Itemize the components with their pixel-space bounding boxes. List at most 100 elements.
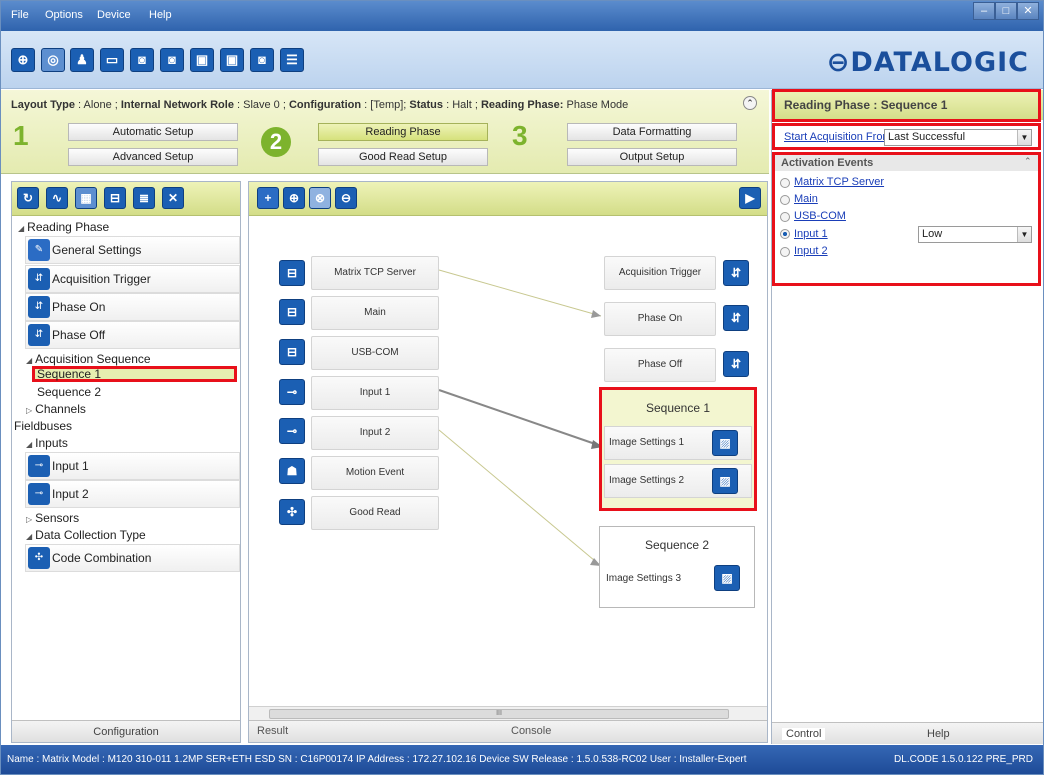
tree-sensors[interactable]: ▷ Sensors [26, 511, 79, 525]
phase-on-node-icon: ⇵ [723, 305, 749, 331]
good-read-setup-button[interactable]: Good Read Setup [318, 148, 488, 166]
tree-phase-off[interactable]: ⇵ Phase Off [25, 321, 240, 349]
minimize-button[interactable]: – [973, 2, 995, 20]
collapse-wizard-icon[interactable]: ⌃ [743, 96, 757, 110]
sequence-2-title: Sequence 2 [644, 538, 710, 552]
tree-phase-on[interactable]: ⇵ Phase On [25, 293, 240, 321]
add-node-icon[interactable]: + [257, 187, 279, 209]
image-settings-3-icon[interactable]: ▨ [714, 565, 740, 591]
data-formatting-button[interactable]: Data Formatting [567, 123, 737, 141]
tree-fieldbuses[interactable]: Fieldbuses [14, 419, 72, 433]
zoom-out-icon[interactable]: ⊖ [335, 187, 357, 209]
close-window-button[interactable]: ✕ [1017, 2, 1039, 20]
sequence-1-box[interactable]: Sequence 1 Image Settings 1 ▨ Image Sett… [599, 387, 757, 511]
fieldbus-icon[interactable]: ≣ [133, 187, 155, 209]
play-icon[interactable]: ▶ [739, 187, 761, 209]
open-device-icon[interactable]: ◎ [41, 48, 65, 72]
camera-icon[interactable]: ◙ [250, 48, 274, 72]
menu-help[interactable]: Help [149, 9, 172, 21]
tree-acquisition-trigger[interactable]: ⇵ Acquisition Trigger [25, 265, 240, 293]
output-setup-button[interactable]: Output Setup [567, 148, 737, 166]
node-phase-on[interactable]: Phase On [604, 302, 716, 336]
phase-off-icon: ⇵ [28, 324, 50, 346]
chevron-down-icon[interactable]: ▼ [1017, 130, 1031, 145]
tree-reading-phase[interactable]: ◢ Reading Phase [18, 220, 109, 234]
tree-channels[interactable]: ▷ Channels [26, 402, 86, 416]
image-settings-1-icon[interactable]: ▨ [712, 430, 738, 456]
load-config-icon[interactable]: ▣ [190, 48, 214, 72]
tab-help[interactable]: Help [927, 728, 950, 740]
sequence-2-box[interactable]: Sequence 2 Image Settings 3 ▨ [599, 526, 755, 608]
event-main[interactable]: Main [794, 193, 818, 205]
tab-console[interactable]: Console [511, 725, 551, 737]
tree-code-combination[interactable]: ✣ Code Combination [25, 544, 240, 572]
node-input-1[interactable]: Input 1 [311, 376, 439, 410]
activation-events-header[interactable]: Activation Events [775, 155, 1038, 171]
zoom-in-icon[interactable]: ⊕ [283, 187, 305, 209]
delete-icon[interactable]: ✕ [162, 187, 184, 209]
save-config-icon[interactable]: ▣ [220, 48, 244, 72]
menu-device[interactable]: Device [97, 9, 131, 21]
node-phase-off[interactable]: Phase Off [604, 348, 716, 382]
trigger-icon: ⇵ [28, 268, 50, 290]
input-1-level-select[interactable]: Low ▼ [918, 226, 1032, 243]
window-icon[interactable]: ▭ [100, 48, 124, 72]
advanced-setup-button[interactable]: Advanced Setup [68, 148, 238, 166]
save-device-icon[interactable]: ◙ [130, 48, 154, 72]
event-matrix-tcp-server[interactable]: Matrix TCP Server [794, 176, 884, 188]
scroll-thumb[interactable]: III [269, 709, 729, 719]
tree-data-collection-type[interactable]: ◢ Data Collection Type [26, 528, 146, 542]
menu-file[interactable]: File [11, 9, 29, 21]
app-window: File Options Device Help – □ ✕ ⊕ ◎ ♟ ▭ ◙… [0, 0, 1044, 775]
automatic-setup-button[interactable]: Automatic Setup [68, 123, 238, 141]
step-1-number: 1 [13, 120, 29, 151]
diagram-horizontal-scrollbar[interactable]: III [249, 706, 767, 720]
user-icon[interactable]: ♟ [70, 48, 94, 72]
node-good-read[interactable]: Good Read [311, 496, 439, 530]
image-settings-2-icon[interactable]: ▨ [712, 468, 738, 494]
node-usb-com[interactable]: USB-COM [311, 336, 439, 370]
node-acquisition-trigger[interactable]: Acquisition Trigger [604, 256, 716, 290]
tree-input-2[interactable]: ⊸ Input 2 [25, 480, 240, 508]
connector-icon[interactable]: ⊟ [104, 187, 126, 209]
radio-usb-com[interactable] [780, 212, 790, 222]
node-motion-event[interactable]: Motion Event [311, 456, 439, 490]
maximize-button[interactable]: □ [995, 2, 1017, 20]
motion-event-icon: ☗ [279, 458, 305, 484]
radio-matrix-tcp-server[interactable] [780, 178, 790, 188]
tab-result[interactable]: Result [257, 725, 288, 737]
getting-started-icon[interactable]: ⊕ [11, 48, 35, 72]
node-input-2[interactable]: Input 2 [311, 416, 439, 450]
event-input-1[interactable]: Input 1 [794, 228, 828, 240]
zoom-reset-icon[interactable]: ⊗ [309, 187, 331, 209]
event-input-2[interactable]: Input 2 [794, 245, 828, 257]
tree-general-settings[interactable]: ✎ General Settings [25, 236, 240, 264]
tools-icon[interactable]: ☰ [280, 48, 304, 72]
event-usb-com[interactable]: USB-COM [794, 210, 846, 222]
collapse-events-icon[interactable]: ⌃ [1024, 156, 1032, 167]
tree-sequence-2[interactable]: Sequence 2 [37, 385, 101, 399]
tab-control[interactable]: Control [782, 728, 826, 740]
configuration-tab[interactable]: Configuration [12, 720, 240, 742]
reading-phase-button[interactable]: Reading Phase [318, 123, 488, 141]
save-temp-icon[interactable]: ◙ [160, 48, 184, 72]
start-acquisition-label[interactable]: Start Acquisition From [784, 131, 892, 143]
radio-input-2[interactable] [780, 247, 790, 257]
connector-input1-seq1 [438, 389, 602, 447]
signal-icon[interactable]: ∿ [46, 187, 68, 209]
node-matrix-tcp-server[interactable]: Matrix TCP Server [311, 256, 439, 290]
image-icon[interactable]: ▦ [75, 187, 97, 209]
tree-sequence-1[interactable]: Sequence 1 [32, 366, 237, 382]
node-main[interactable]: Main [311, 296, 439, 330]
window-controls: – □ ✕ [973, 2, 1039, 20]
radio-input-1[interactable] [780, 229, 790, 239]
tree-inputs[interactable]: ◢ Inputs [26, 436, 68, 450]
menu-options[interactable]: Options [45, 9, 83, 21]
configuration-panel: ↻ ∿ ▦ ⊟ ≣ ✕ ◢ Reading Phase ✎ General Sett… [11, 181, 241, 743]
refresh-icon[interactable]: ↻ [17, 187, 39, 209]
tree-input-1[interactable]: ⊸ Input 1 [25, 452, 240, 480]
chevron-down-icon[interactable]: ▼ [1017, 227, 1031, 242]
radio-main[interactable] [780, 195, 790, 205]
start-acquisition-select[interactable]: Last Successful ▼ [884, 129, 1032, 146]
tree-acquisition-sequence[interactable]: ◢ Acquisition Sequence [26, 352, 151, 366]
